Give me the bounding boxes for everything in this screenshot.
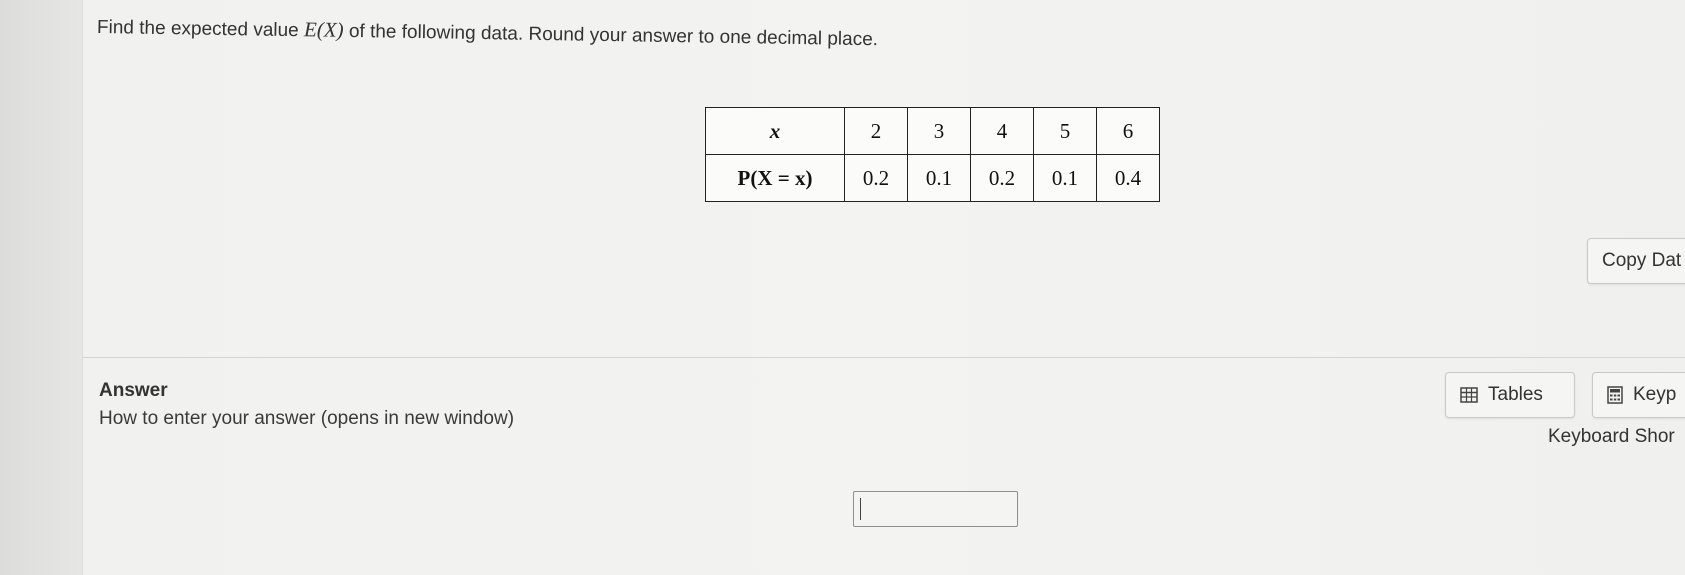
x-value: 2	[844, 107, 908, 155]
x-value: 6	[1096, 107, 1160, 155]
row-header-probability: P(X = x)	[705, 154, 845, 202]
row-header-x: x	[705, 107, 845, 155]
x-value: 4	[970, 107, 1034, 155]
question-prefix: Find the expected value	[96, 17, 305, 42]
probability-value: 0.4	[1096, 154, 1160, 202]
probability-value: 0.1	[1033, 154, 1097, 202]
table-row-x: x 2 3 4 5 6	[705, 107, 1160, 155]
tables-label: Tables	[1488, 384, 1543, 405]
question-panel	[82, 0, 1685, 575]
copy-data-label: Copy Dat	[1602, 250, 1682, 271]
calculator-icon	[1607, 386, 1623, 404]
table-icon	[1460, 387, 1478, 403]
keypad-button[interactable]: Keyp	[1592, 372, 1685, 418]
probability-value: 0.1	[907, 154, 971, 202]
section-divider	[82, 357, 1685, 358]
answer-input[interactable]	[853, 491, 1018, 527]
question-math: E(X)	[303, 17, 344, 42]
text-caret	[860, 498, 861, 520]
probability-value: 0.2	[844, 154, 908, 202]
how-to-enter-answer-link[interactable]: How to enter your answer (opens in new w…	[99, 408, 514, 430]
copy-data-button[interactable]: Copy Dat	[1587, 238, 1685, 284]
x-value: 3	[907, 107, 971, 155]
answer-heading: Answer	[99, 380, 168, 401]
probability-distribution-table: x 2 3 4 5 6 P(X = x) 0.2 0.1 0.2 0.1 0.4	[705, 107, 1160, 202]
probability-value: 0.2	[970, 154, 1034, 202]
x-value: 5	[1033, 107, 1097, 155]
left-margin-strip	[0, 0, 82, 575]
table-row-probability: P(X = x) 0.2 0.1 0.2 0.1 0.4	[705, 154, 1160, 202]
keypad-label: Keyp	[1633, 384, 1677, 405]
tables-button[interactable]: Tables	[1445, 372, 1575, 418]
keyboard-shortcuts-link[interactable]: Keyboard Shor	[1548, 426, 1675, 448]
